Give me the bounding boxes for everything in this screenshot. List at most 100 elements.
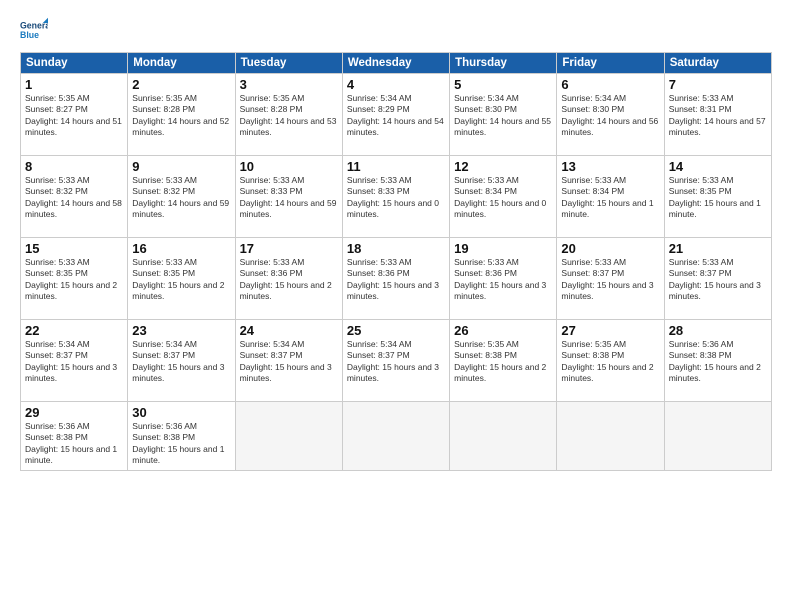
calendar-cell: 7 Sunrise: 5:33 AMSunset: 8:31 PMDayligh… (664, 74, 771, 156)
day-info: Sunrise: 5:33 AMSunset: 8:37 PMDaylight:… (669, 257, 767, 303)
calendar-cell: 2 Sunrise: 5:35 AMSunset: 8:28 PMDayligh… (128, 74, 235, 156)
day-info: Sunrise: 5:36 AMSunset: 8:38 PMDaylight:… (25, 421, 123, 467)
day-number: 12 (454, 159, 552, 174)
calendar-cell: 17 Sunrise: 5:33 AMSunset: 8:36 PMDaylig… (235, 238, 342, 320)
calendar-cell: 28 Sunrise: 5:36 AMSunset: 8:38 PMDaylig… (664, 320, 771, 402)
calendar-cell: 16 Sunrise: 5:33 AMSunset: 8:35 PMDaylig… (128, 238, 235, 320)
day-info: Sunrise: 5:33 AMSunset: 8:31 PMDaylight:… (669, 93, 767, 139)
calendar-cell: 21 Sunrise: 5:33 AMSunset: 8:37 PMDaylig… (664, 238, 771, 320)
day-number: 25 (347, 323, 445, 338)
calendar-cell: 12 Sunrise: 5:33 AMSunset: 8:34 PMDaylig… (450, 156, 557, 238)
day-info: Sunrise: 5:33 AMSunset: 8:35 PMDaylight:… (132, 257, 230, 303)
day-info: Sunrise: 5:34 AMSunset: 8:30 PMDaylight:… (454, 93, 552, 139)
day-number: 3 (240, 77, 338, 92)
calendar-cell: 24 Sunrise: 5:34 AMSunset: 8:37 PMDaylig… (235, 320, 342, 402)
day-info: Sunrise: 5:34 AMSunset: 8:30 PMDaylight:… (561, 93, 659, 139)
calendar-cell: 29 Sunrise: 5:36 AMSunset: 8:38 PMDaylig… (21, 402, 128, 471)
day-number: 17 (240, 241, 338, 256)
day-number: 1 (25, 77, 123, 92)
calendar-cell: 30 Sunrise: 5:36 AMSunset: 8:38 PMDaylig… (128, 402, 235, 471)
day-number: 24 (240, 323, 338, 338)
calendar-cell: 3 Sunrise: 5:35 AMSunset: 8:28 PMDayligh… (235, 74, 342, 156)
day-info: Sunrise: 5:33 AMSunset: 8:36 PMDaylight:… (240, 257, 338, 303)
day-info: Sunrise: 5:34 AMSunset: 8:37 PMDaylight:… (240, 339, 338, 385)
day-info: Sunrise: 5:33 AMSunset: 8:35 PMDaylight:… (669, 175, 767, 221)
calendar-cell: 6 Sunrise: 5:34 AMSunset: 8:30 PMDayligh… (557, 74, 664, 156)
day-number: 29 (25, 405, 123, 420)
day-info: Sunrise: 5:33 AMSunset: 8:34 PMDaylight:… (454, 175, 552, 221)
day-info: Sunrise: 5:35 AMSunset: 8:38 PMDaylight:… (561, 339, 659, 385)
day-info: Sunrise: 5:33 AMSunset: 8:34 PMDaylight:… (561, 175, 659, 221)
calendar-cell: 25 Sunrise: 5:34 AMSunset: 8:37 PMDaylig… (342, 320, 449, 402)
calendar-header-row: SundayMondayTuesdayWednesdayThursdayFrid… (21, 53, 772, 74)
calendar-cell (664, 402, 771, 471)
day-number: 27 (561, 323, 659, 338)
calendar-cell: 4 Sunrise: 5:34 AMSunset: 8:29 PMDayligh… (342, 74, 449, 156)
calendar-cell: 10 Sunrise: 5:33 AMSunset: 8:33 PMDaylig… (235, 156, 342, 238)
day-number: 2 (132, 77, 230, 92)
day-info: Sunrise: 5:33 AMSunset: 8:33 PMDaylight:… (240, 175, 338, 221)
day-number: 7 (669, 77, 767, 92)
col-header-monday: Monday (128, 53, 235, 74)
day-info: Sunrise: 5:35 AMSunset: 8:28 PMDaylight:… (240, 93, 338, 139)
calendar-cell (450, 402, 557, 471)
calendar-cell: 20 Sunrise: 5:33 AMSunset: 8:37 PMDaylig… (557, 238, 664, 320)
day-number: 19 (454, 241, 552, 256)
day-number: 18 (347, 241, 445, 256)
day-number: 30 (132, 405, 230, 420)
day-info: Sunrise: 5:35 AMSunset: 8:38 PMDaylight:… (454, 339, 552, 385)
day-info: Sunrise: 5:35 AMSunset: 8:28 PMDaylight:… (132, 93, 230, 139)
day-info: Sunrise: 5:36 AMSunset: 8:38 PMDaylight:… (669, 339, 767, 385)
calendar-cell (235, 402, 342, 471)
calendar-cell: 22 Sunrise: 5:34 AMSunset: 8:37 PMDaylig… (21, 320, 128, 402)
day-number: 5 (454, 77, 552, 92)
day-number: 23 (132, 323, 230, 338)
day-info: Sunrise: 5:33 AMSunset: 8:37 PMDaylight:… (561, 257, 659, 303)
day-info: Sunrise: 5:35 AMSunset: 8:27 PMDaylight:… (25, 93, 123, 139)
day-number: 16 (132, 241, 230, 256)
col-header-sunday: Sunday (21, 53, 128, 74)
calendar-cell (557, 402, 664, 471)
col-header-thursday: Thursday (450, 53, 557, 74)
calendar-cell: 18 Sunrise: 5:33 AMSunset: 8:36 PMDaylig… (342, 238, 449, 320)
logo-icon: General Blue (20, 16, 48, 44)
day-number: 15 (25, 241, 123, 256)
calendar-cell: 14 Sunrise: 5:33 AMSunset: 8:35 PMDaylig… (664, 156, 771, 238)
calendar-cell: 27 Sunrise: 5:35 AMSunset: 8:38 PMDaylig… (557, 320, 664, 402)
day-info: Sunrise: 5:34 AMSunset: 8:37 PMDaylight:… (132, 339, 230, 385)
day-info: Sunrise: 5:36 AMSunset: 8:38 PMDaylight:… (132, 421, 230, 467)
svg-text:General: General (20, 20, 48, 30)
day-number: 6 (561, 77, 659, 92)
day-info: Sunrise: 5:34 AMSunset: 8:29 PMDaylight:… (347, 93, 445, 139)
calendar-cell (342, 402, 449, 471)
calendar-table: SundayMondayTuesdayWednesdayThursdayFrid… (20, 52, 772, 471)
calendar-cell: 8 Sunrise: 5:33 AMSunset: 8:32 PMDayligh… (21, 156, 128, 238)
day-info: Sunrise: 5:33 AMSunset: 8:36 PMDaylight:… (347, 257, 445, 303)
day-number: 28 (669, 323, 767, 338)
calendar-cell: 11 Sunrise: 5:33 AMSunset: 8:33 PMDaylig… (342, 156, 449, 238)
day-number: 26 (454, 323, 552, 338)
calendar-cell: 19 Sunrise: 5:33 AMSunset: 8:36 PMDaylig… (450, 238, 557, 320)
day-number: 13 (561, 159, 659, 174)
day-number: 9 (132, 159, 230, 174)
col-header-tuesday: Tuesday (235, 53, 342, 74)
calendar-cell: 23 Sunrise: 5:34 AMSunset: 8:37 PMDaylig… (128, 320, 235, 402)
day-info: Sunrise: 5:33 AMSunset: 8:35 PMDaylight:… (25, 257, 123, 303)
day-number: 4 (347, 77, 445, 92)
day-info: Sunrise: 5:33 AMSunset: 8:32 PMDaylight:… (132, 175, 230, 221)
svg-text:Blue: Blue (20, 30, 39, 40)
day-number: 8 (25, 159, 123, 174)
calendar-cell: 13 Sunrise: 5:33 AMSunset: 8:34 PMDaylig… (557, 156, 664, 238)
day-info: Sunrise: 5:34 AMSunset: 8:37 PMDaylight:… (347, 339, 445, 385)
col-header-saturday: Saturday (664, 53, 771, 74)
calendar-cell: 9 Sunrise: 5:33 AMSunset: 8:32 PMDayligh… (128, 156, 235, 238)
day-number: 21 (669, 241, 767, 256)
day-number: 20 (561, 241, 659, 256)
day-info: Sunrise: 5:33 AMSunset: 8:32 PMDaylight:… (25, 175, 123, 221)
header: General Blue (20, 16, 772, 44)
day-number: 10 (240, 159, 338, 174)
day-info: Sunrise: 5:33 AMSunset: 8:36 PMDaylight:… (454, 257, 552, 303)
day-info: Sunrise: 5:34 AMSunset: 8:37 PMDaylight:… (25, 339, 123, 385)
calendar-cell: 5 Sunrise: 5:34 AMSunset: 8:30 PMDayligh… (450, 74, 557, 156)
col-header-wednesday: Wednesday (342, 53, 449, 74)
